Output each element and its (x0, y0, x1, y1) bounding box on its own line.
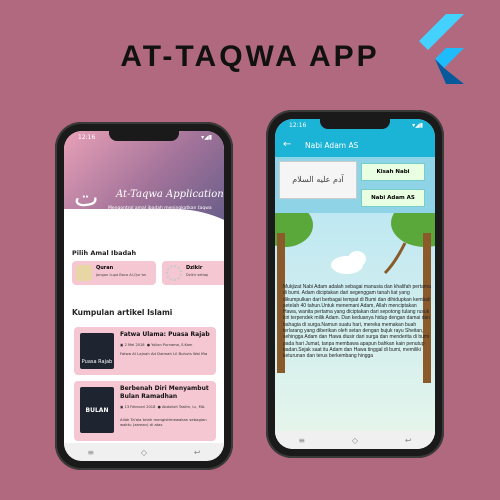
article-thumb: Puasa Rajab (80, 333, 114, 369)
back-nav-icon[interactable]: ↩ (194, 448, 201, 457)
article-desc: Allah Ta'ala telah mengistimewakan sebag… (120, 417, 207, 427)
detail-screen: ← Nabi Adam AS 12:16 ▾◢▮ آدم عليه السلام… (275, 119, 435, 449)
appbar-title: Nabi Adam AS (305, 141, 359, 150)
calendar-icon: ▣ (120, 343, 124, 347)
notch (109, 131, 179, 141)
article-card[interactable]: Puasa Rajab Fatwa Ulama: Puasa Rajab ▣ 2… (74, 327, 216, 375)
user-icon: ● (146, 343, 151, 347)
article-meta: ▣ 13 Februari 2018 ● Abdullah Taslim, Lc… (120, 405, 206, 409)
amal-section-title: Pilih Amal Ibadah (72, 249, 137, 257)
amal-item-dzikir[interactable]: Dzikir Dzikir setiap (162, 261, 224, 285)
amal-label: Dzikir (186, 265, 203, 271)
status-icons: ▾◢▮ (412, 122, 423, 129)
status-time: 12:16 (289, 122, 307, 129)
calligraphy-image: آدم عليه السلام (279, 161, 357, 199)
nav-bar: ≡ ◇ ↩ (64, 443, 224, 461)
flutter-logo-icon (419, 14, 464, 84)
app-subtitle: Mengontrol amal ibadah meningkatkan taqw… (108, 206, 212, 211)
amal-item-quran[interactable]: Quran Jangan Lupa Baca Al-Qur'an (72, 261, 156, 285)
menu-nav-icon[interactable]: ≡ (298, 436, 305, 445)
app-title: At-Taqwa Application (116, 189, 224, 200)
articles-title: Kumpulan artikel Islami (72, 308, 173, 317)
article-desc: Fatwa Al Lajnah Ad Daimah Lil Buhuts Wal… (120, 351, 208, 356)
home-nav-icon[interactable]: ◇ (352, 436, 358, 445)
article-meta: ▣ 2 Mei 2018 ● Yulian Purnama, S.Kom (120, 343, 193, 347)
amal-sub: Jangan Lupa Baca Al-Qur'an (96, 273, 147, 277)
story-text: Mukjizat Nabi Adam adalah sebagai manusi… (283, 284, 431, 360)
home-screen: 12:16 ▾◢▮ ت At-Taqwa Application Mengont… (64, 131, 224, 461)
app-logo: ت (74, 183, 99, 213)
back-nav-icon[interactable]: ↩ (405, 436, 412, 445)
article-thumb: BULAN (80, 387, 114, 433)
article-card[interactable]: BULAN Berbenah Diri Menyambut Bulan Rama… (74, 381, 216, 441)
amal-label: Quran (96, 265, 114, 271)
kisah-nabi-button[interactable]: Kisah Nabi (361, 163, 425, 181)
back-arrow-icon[interactable]: ← (283, 139, 291, 150)
notch (320, 119, 390, 129)
user-icon: ● (157, 405, 161, 409)
article-title: Fatwa Ulama: Puasa Rajab (120, 331, 210, 338)
menu-nav-icon[interactable]: ≡ (87, 448, 94, 457)
nabi-adam-button[interactable]: Nabi Adam AS (361, 189, 425, 207)
nav-bar: ≡ ◇ ↩ (275, 431, 435, 449)
quran-icon (76, 265, 92, 281)
phone-detail: ← Nabi Adam AS 12:16 ▾◢▮ آدم عليه السلام… (266, 110, 444, 458)
status-icons: ▾◢▮ (201, 134, 212, 141)
amal-sub: Dzikir setiap (186, 273, 209, 277)
phone-home: 12:16 ▾◢▮ ت At-Taqwa Application Mengont… (55, 122, 233, 470)
prayer-beads-icon (166, 265, 182, 281)
article-title: Berbenah Diri Menyambut Bulan Ramadhan (120, 385, 209, 400)
calendar-icon: ▣ (120, 405, 124, 409)
status-time: 12:16 (78, 134, 96, 141)
home-nav-icon[interactable]: ◇ (141, 448, 147, 457)
